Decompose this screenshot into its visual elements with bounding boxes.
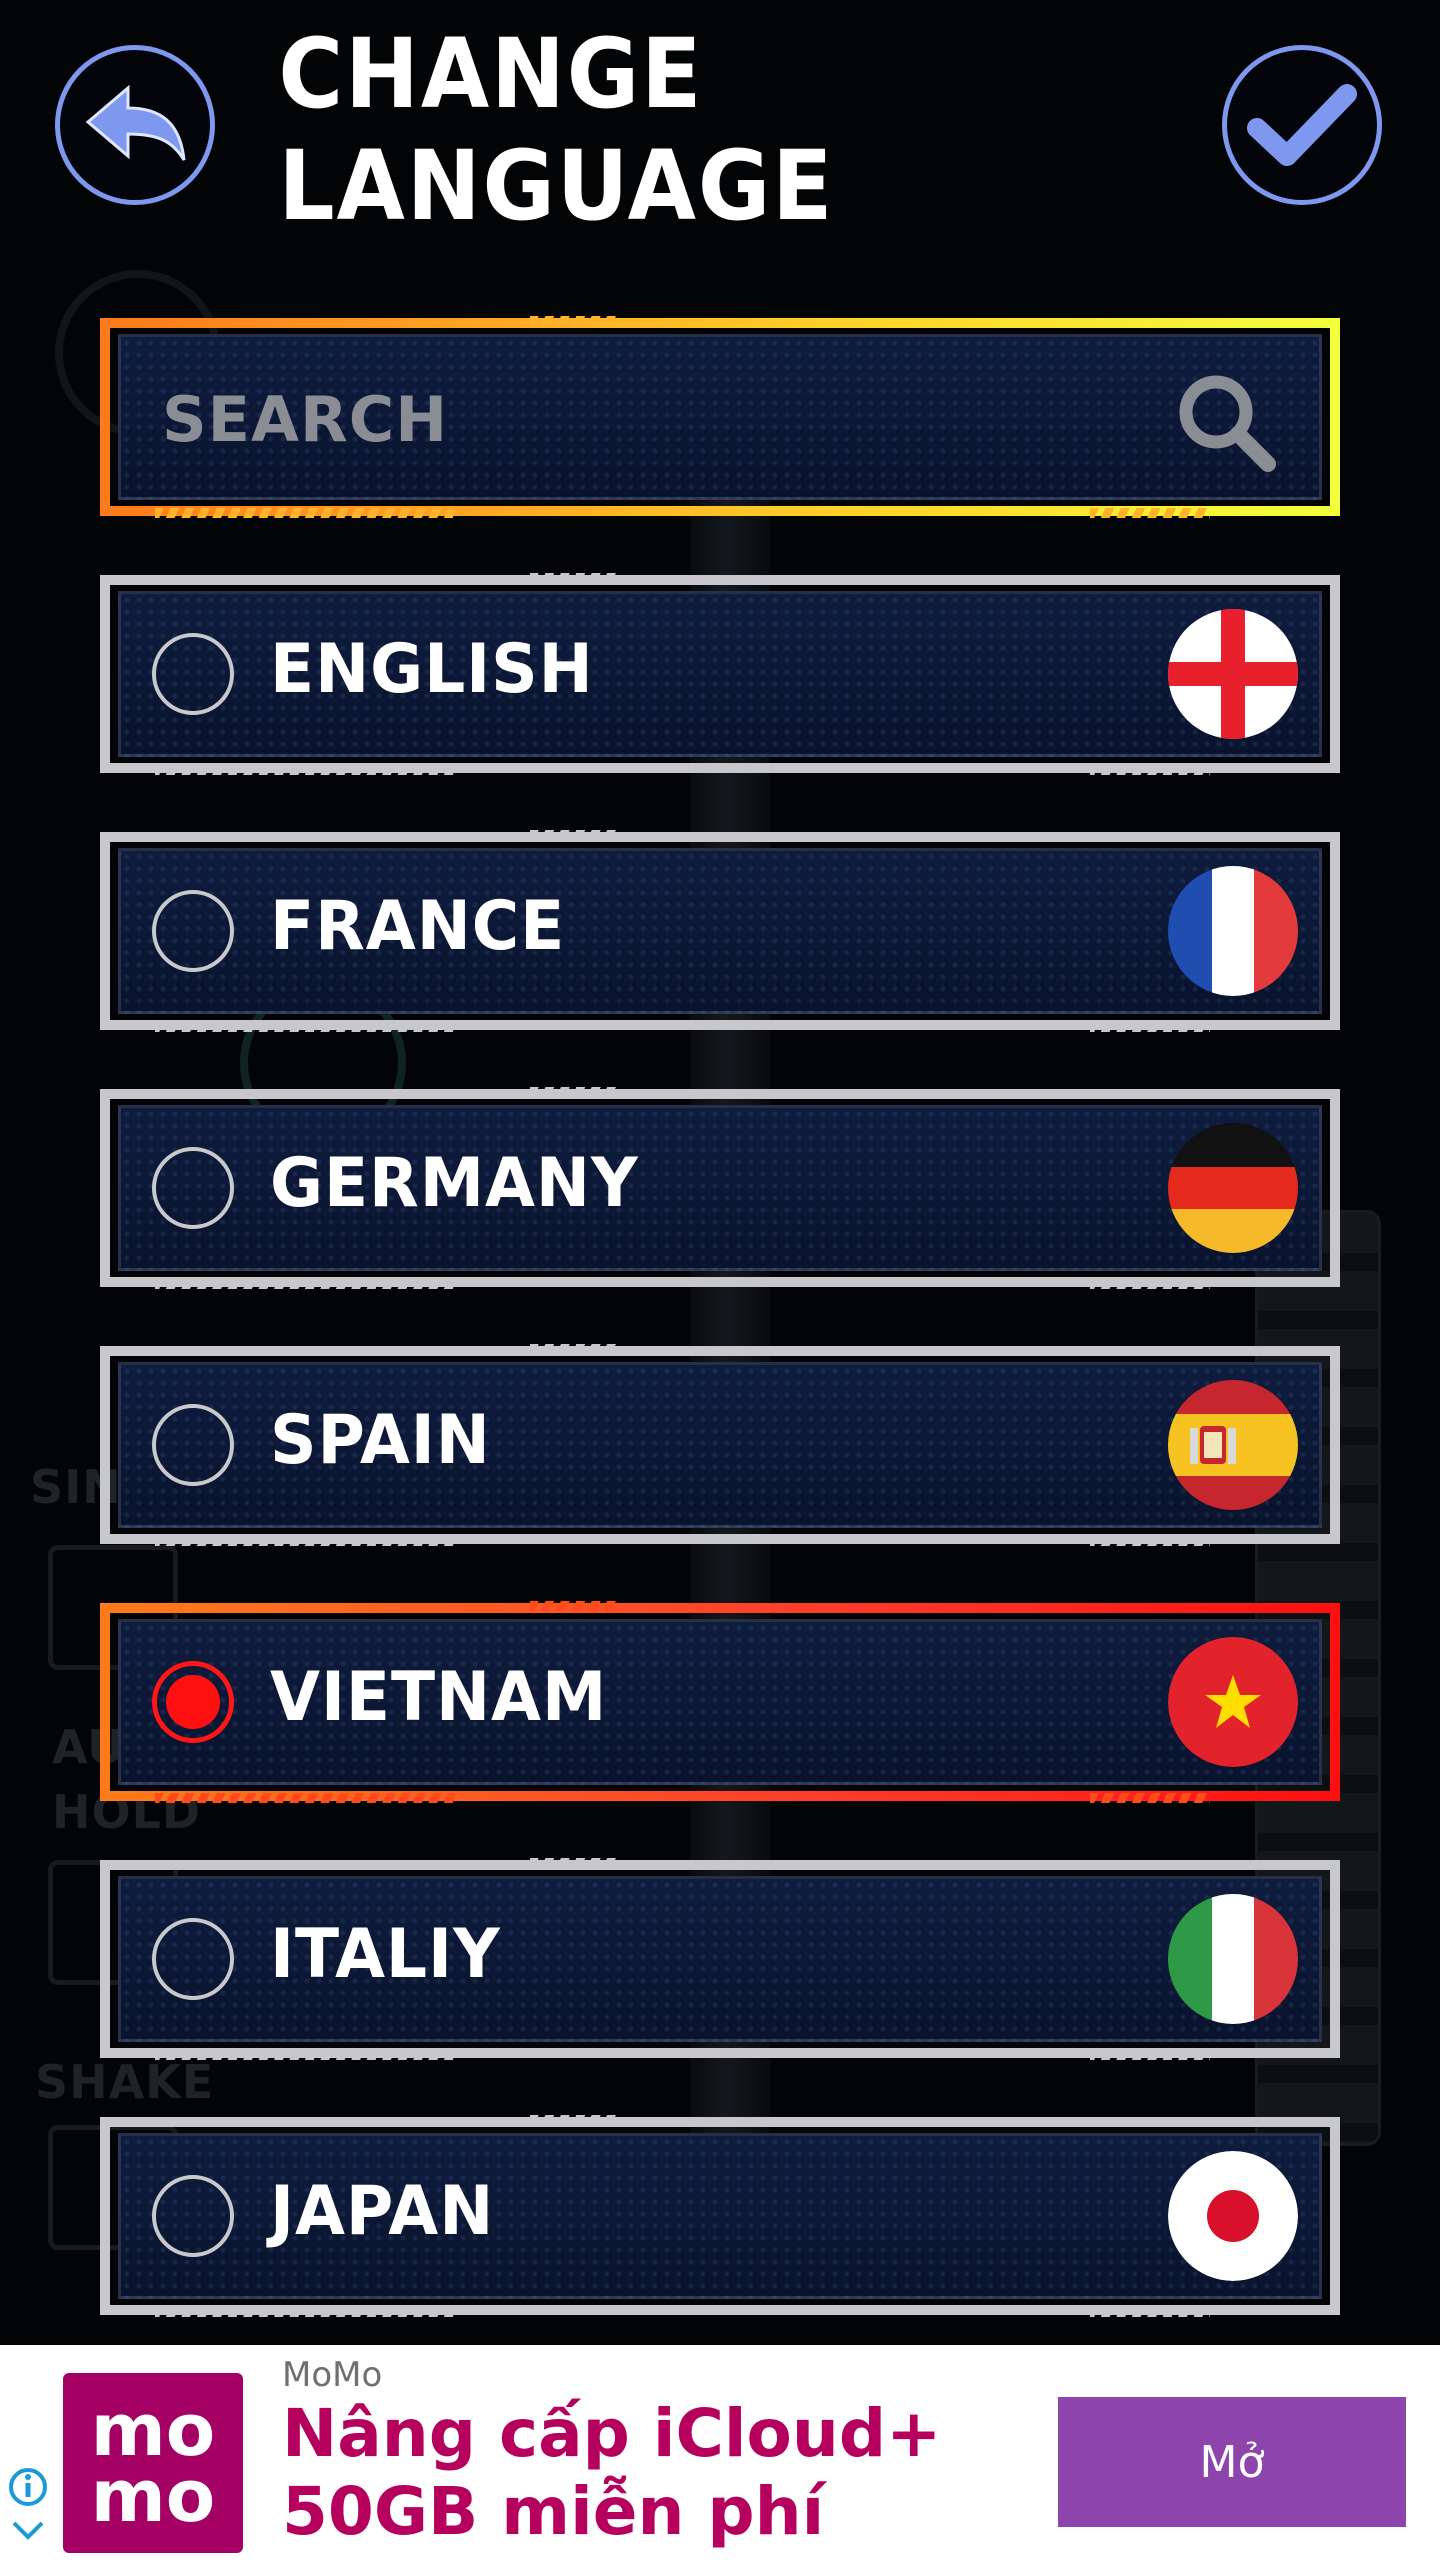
radio-button-germany[interactable] xyxy=(152,1147,234,1229)
radio-button-vietnam[interactable] xyxy=(152,1661,234,1743)
confirm-button[interactable] xyxy=(1222,45,1382,205)
ad-open-button[interactable]: Mở xyxy=(1058,2397,1406,2527)
france-flag-icon xyxy=(1168,866,1298,996)
language-label: ITALIY xyxy=(270,1915,501,1994)
radio-button-italy[interactable] xyxy=(152,1918,234,2000)
vietnam-flag-icon xyxy=(1168,1637,1298,1767)
ad-info-icon[interactable] xyxy=(6,2465,50,2555)
language-label: GERMANY xyxy=(270,1144,639,1223)
page-title: CHANGE LANGUAGE xyxy=(278,18,835,242)
ad-source: MoMo xyxy=(282,2355,383,2395)
momo-logo: mo mo xyxy=(63,2373,243,2553)
back-arrow-icon xyxy=(85,84,186,161)
ad-headline: Nâng cấp iCloud+ 50GB miễn phí xyxy=(282,2395,942,2550)
checkmark-icon xyxy=(1247,84,1357,166)
back-button[interactable] xyxy=(55,45,215,205)
germany-flag-icon xyxy=(1168,1123,1298,1253)
radio-button-france[interactable] xyxy=(152,890,234,972)
language-label: SPAIN xyxy=(270,1401,491,1480)
radio-button-england[interactable] xyxy=(152,633,234,715)
italy-flag-icon xyxy=(1168,1894,1298,2024)
language-label: FRANCE xyxy=(270,887,566,966)
radio-button-japan[interactable] xyxy=(152,2175,234,2257)
language-label: VIETNAM xyxy=(270,1658,608,1737)
language-label: ENGLISH xyxy=(270,630,594,709)
japan-flag-icon xyxy=(1168,2151,1298,2281)
ad-banner[interactable]: mo mo MoMo Nâng cấp iCloud+ 50GB miễn ph… xyxy=(0,2345,1440,2560)
background-label-shake: SHAKE xyxy=(35,2055,215,2109)
search-placeholder: SEARCH xyxy=(162,383,449,456)
radio-button-spain[interactable] xyxy=(152,1404,234,1486)
language-label: JAPAN xyxy=(270,2172,495,2251)
search-icon[interactable] xyxy=(1172,368,1282,478)
england-flag-icon xyxy=(1168,609,1298,739)
spain-flag-icon xyxy=(1168,1380,1298,1510)
